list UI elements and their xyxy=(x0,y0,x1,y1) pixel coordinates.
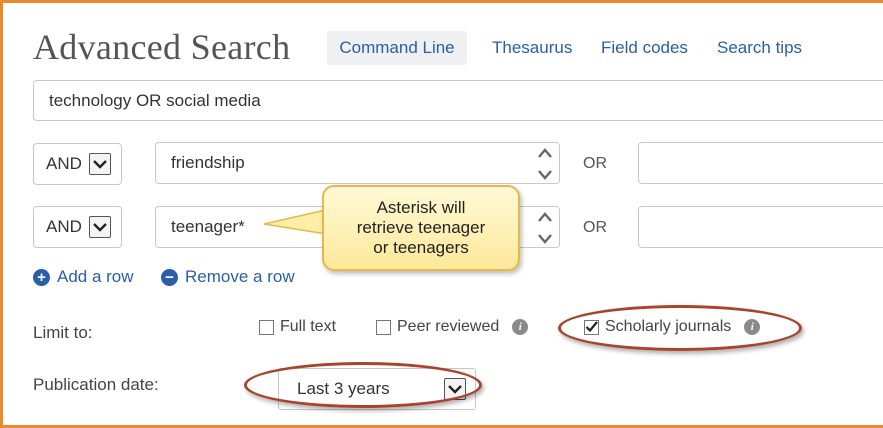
chevron-down-icon xyxy=(538,234,552,244)
scholarly-highlight-ellipse xyxy=(558,305,802,351)
full-text-option[interactable]: Full text xyxy=(259,318,336,336)
full-text-checkbox[interactable] xyxy=(259,319,274,335)
chevron-down-icon xyxy=(538,170,552,180)
date-highlight-ellipse xyxy=(244,362,482,408)
add-row-label: Add a row xyxy=(57,267,134,286)
tab-field-codes[interactable]: Field codes xyxy=(601,38,688,58)
peer-reviewed-label: Peer reviewed xyxy=(397,318,500,335)
row1-operator-value: AND xyxy=(46,154,82,173)
peer-reviewed-checkbox[interactable] xyxy=(376,319,391,335)
chevron-down-icon xyxy=(88,153,111,175)
tab-search-tips[interactable]: Search tips xyxy=(717,38,802,58)
row1-term-value: friendship xyxy=(171,153,245,172)
full-text-label: Full text xyxy=(280,318,337,335)
row2-term-value: teenager* xyxy=(171,217,245,236)
add-row-link[interactable]: + Add a row xyxy=(33,267,134,287)
row1-field-spinner[interactable] xyxy=(535,146,555,182)
limit-to-label: Limit to: xyxy=(33,323,93,342)
peer-reviewed-option[interactable]: Peer reviewed i xyxy=(376,318,529,336)
chevron-up-icon xyxy=(538,148,552,158)
page-title: Advanced Search xyxy=(33,27,291,67)
row1-operator-select[interactable]: AND xyxy=(33,143,122,185)
main-query-value: technology OR social media xyxy=(49,90,261,110)
info-icon[interactable]: i xyxy=(512,319,529,335)
row2-or-input[interactable] xyxy=(638,206,883,248)
remove-row-link[interactable]: − Remove a row xyxy=(161,267,295,287)
row2-operator-select[interactable]: AND xyxy=(33,206,122,248)
main-query-input[interactable]: technology OR social media xyxy=(33,80,883,121)
minus-circle-icon: − xyxy=(161,268,178,286)
tab-command-line[interactable]: Command Line xyxy=(327,31,467,65)
row1-or-label: OR xyxy=(583,155,607,172)
chevron-down-icon xyxy=(88,216,111,238)
chevron-up-icon xyxy=(538,212,552,222)
callout-line-3: or teenagers xyxy=(373,238,469,257)
publication-date-label: Publication date: xyxy=(33,375,159,394)
tab-thesaurus[interactable]: Thesaurus xyxy=(492,38,572,58)
row1-or-input[interactable] xyxy=(638,142,883,184)
callout-line-2: retrieve teenager xyxy=(356,218,486,237)
asterisk-callout: Asterisk will retrieve teenager or teena… xyxy=(322,185,520,271)
row1-term-input[interactable]: friendship xyxy=(155,142,560,184)
row2-field-spinner[interactable] xyxy=(535,210,555,246)
row2-or-label: OR xyxy=(583,219,607,236)
plus-circle-icon: + xyxy=(33,268,50,286)
row2-operator-value: AND xyxy=(46,217,82,236)
remove-row-label: Remove a row xyxy=(185,267,295,286)
callout-line-1: Asterisk will xyxy=(376,198,466,217)
